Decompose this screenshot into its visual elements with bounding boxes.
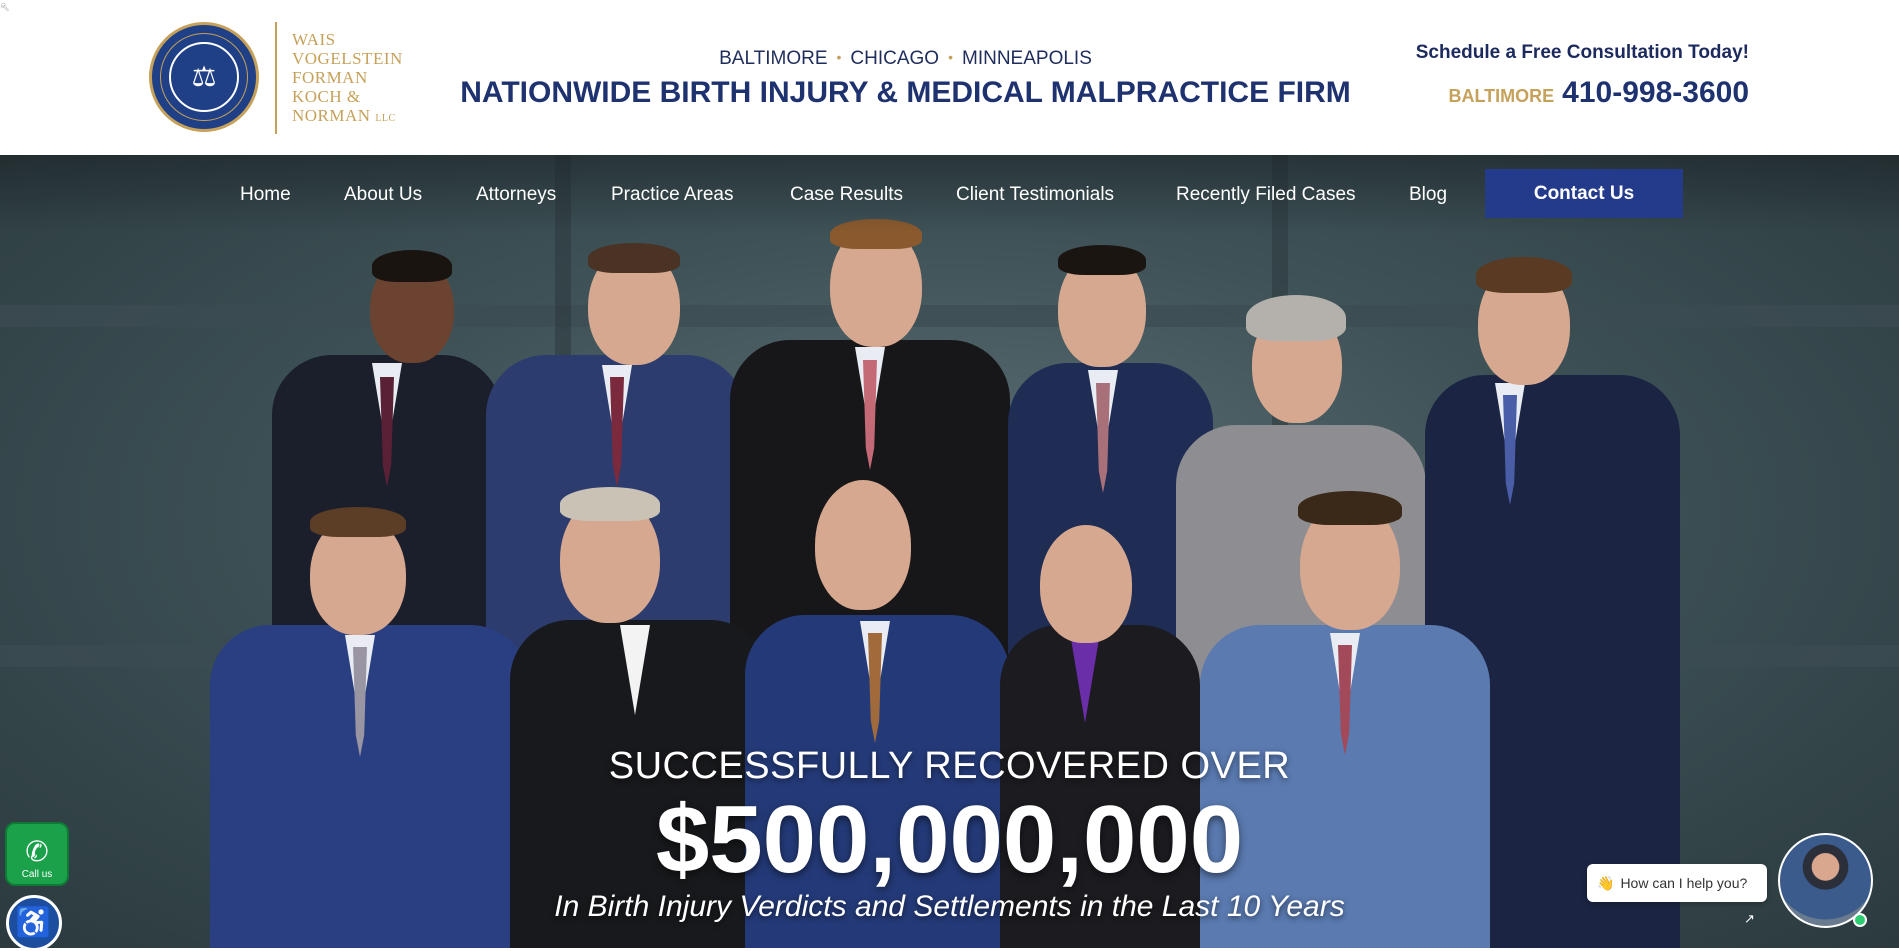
city-chicago: CHICAGO <box>850 48 940 69</box>
phone-city-label: BALTIMORE <box>1448 86 1555 106</box>
hero-recovered-label: SUCCESSFULLY RECOVERED OVER <box>608 745 1291 787</box>
nav-recently-filed-cases[interactable]: Recently Filed Cases <box>1176 184 1356 206</box>
online-status-indicator <box>1853 913 1867 927</box>
external-link-icon[interactable]: ↗ <box>1744 911 1755 927</box>
site-header: ⚖ WAIS VOGELSTEIN FORMAN KOCH & NORMAN L… <box>0 0 1899 155</box>
firm-suffix: LLC <box>375 113 396 124</box>
accessibility-button[interactable]: ♿ <box>6 895 62 951</box>
contact-us-button[interactable]: Contact Us <box>1485 169 1683 218</box>
phone-number-link[interactable]: 410-998-3600 <box>1562 76 1749 109</box>
wheelchair-icon: ♿ <box>15 906 53 940</box>
chat-prompt-bubble[interactable]: 👋 How can I help you? <box>1587 864 1767 902</box>
nav-client-testimonials[interactable]: Client Testimonials <box>956 184 1114 206</box>
consultation-cta: Schedule a Free Consultation Today! <box>1415 42 1749 63</box>
call-us-button[interactable]: ✆ Call us <box>5 822 69 886</box>
phone-icon: ✆ <box>25 836 49 867</box>
nav-practice-areas[interactable]: Practice Areas <box>611 184 734 206</box>
background-glass-band <box>0 305 1899 327</box>
city-separator: • <box>948 49 953 65</box>
city-minneapolis: MINNEAPOLIS <box>962 48 1092 69</box>
mouse-cursor-icon: ↖ <box>0 0 11 14</box>
phone-row[interactable]: BALTIMORE 410-998-3600 <box>1449 76 1749 110</box>
city-separator: • <box>836 49 842 65</box>
nav-attorneys[interactable]: Attorneys <box>476 184 556 206</box>
wave-icon: 👋 <box>1597 874 1615 891</box>
nav-blog[interactable]: Blog <box>1409 184 1447 206</box>
main-navigation: Home About Us Attorneys Practice Areas C… <box>0 155 1899 233</box>
nav-home[interactable]: Home <box>240 184 291 206</box>
chat-prompt-text: How can I help you? <box>1620 875 1748 891</box>
nav-case-results[interactable]: Case Results <box>790 184 903 206</box>
firm-name-line: WAIS <box>292 30 336 49</box>
city-baltimore: BALTIMORE <box>719 48 828 69</box>
call-us-label: Call us <box>21 869 53 880</box>
nav-about-us[interactable]: About Us <box>344 184 422 206</box>
